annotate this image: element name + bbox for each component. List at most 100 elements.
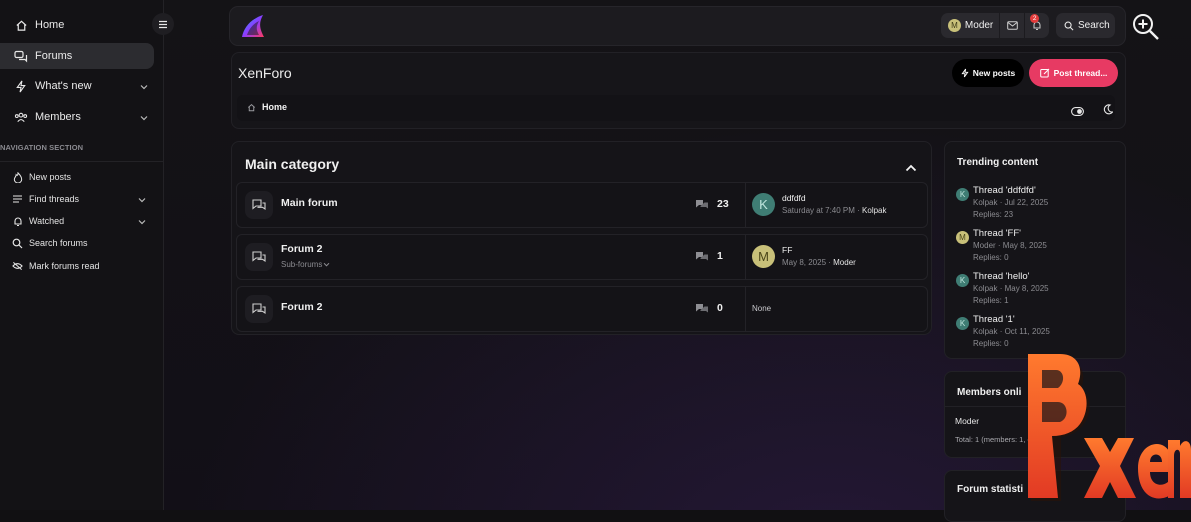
trending-content-block: Trending content K Thread 'ddfdfd' Kolpa… <box>944 141 1126 359</box>
thread-count: 0 <box>717 302 723 314</box>
forum-icon <box>245 295 273 323</box>
avatar[interactable]: K <box>956 274 969 287</box>
inbox-button[interactable] <box>1000 21 1024 30</box>
sidebar-item-label: Find threads <box>29 194 80 204</box>
sidebar-item-label: Mark forums read <box>29 261 100 271</box>
trending-user[interactable]: Kolpak <box>973 327 997 336</box>
trending-thread-title[interactable]: Thread '1' <box>973 314 1015 325</box>
forum-title[interactable]: Forum 2 <box>281 243 322 255</box>
trending-meta: Kolpak · Jul 22, 2025 <box>973 198 1049 207</box>
forum-row[interactable]: Forum 2 0 None <box>236 286 928 332</box>
trending-thread-title[interactable]: Thread 'hello' <box>973 271 1029 282</box>
trending-item[interactable]: K Thread 'hello' Kolpak · May 8, 2025 Re… <box>955 271 1120 311</box>
trending-date: Oct 11, 2025 <box>1004 327 1050 336</box>
sidebar-item-mark-forums-read[interactable]: Mark forums read <box>0 257 154 275</box>
chevron-up-icon[interactable] <box>905 159 917 177</box>
home-icon <box>14 18 28 32</box>
sidebar-item-search-forums[interactable]: Search forums <box>0 234 154 252</box>
home-icon <box>247 103 256 111</box>
new-posts-button[interactable]: New posts <box>952 59 1024 87</box>
sidebar-item-members[interactable]: Members <box>0 104 154 130</box>
last-post-user[interactable]: Moder <box>833 258 856 267</box>
last-post-meta: May 8, 2025 · Moder <box>782 258 856 267</box>
post-thread-button[interactable]: Post thread... <box>1029 59 1118 87</box>
sidebar-item-label: Watched <box>29 216 65 226</box>
trending-user[interactable]: Kolpak <box>973 284 997 293</box>
moon-icon[interactable] <box>1103 102 1114 120</box>
edit-icon <box>1039 68 1049 78</box>
site-logo[interactable] <box>239 13 267 39</box>
online-member[interactable]: Moder <box>955 416 979 426</box>
category-title[interactable]: Main category <box>245 156 339 172</box>
avatar[interactable]: K <box>956 188 969 201</box>
trending-item[interactable]: M Thread 'FF' Moder · May 8, 2025 Replie… <box>955 228 1120 268</box>
chevron-down-icon[interactable] <box>138 217 146 227</box>
avatar[interactable]: K <box>956 317 969 330</box>
user-name: Moder <box>964 20 994 31</box>
trending-date: Jul 22, 2025 <box>1004 198 1049 207</box>
trending-replies: Replies: 23 <box>973 210 1014 219</box>
forum-row[interactable]: Main forum 23 K ddfdfd Saturday at 7:40 … <box>236 182 928 228</box>
search-icon <box>12 238 23 249</box>
last-post-title[interactable]: FF <box>782 245 792 255</box>
trending-title: Trending content <box>957 157 1039 168</box>
members-icon <box>14 110 28 124</box>
new-posts-label: New posts <box>972 68 1016 78</box>
forum-title[interactable]: Forum 2 <box>281 301 322 313</box>
avatar[interactable]: M <box>956 231 969 244</box>
chevron-down-icon[interactable] <box>140 112 148 124</box>
forum-title[interactable]: Main forum <box>281 197 338 209</box>
forum-row[interactable]: Forum 2 Sub-forums 1 M FF May 8, 2025 · … <box>236 234 928 280</box>
style-toggle-icon[interactable] <box>1071 103 1084 121</box>
category-block: Main category Main forum 23 K ddfdfd Sat… <box>231 141 932 335</box>
sidebar-item-whats-new[interactable]: What's new <box>0 73 154 99</box>
chevron-down-icon[interactable] <box>140 81 148 93</box>
members-online-title[interactable]: Members onli <box>957 387 1021 398</box>
trending-item[interactable]: K Thread 'ddfdfd' Kolpak · Jul 22, 2025 … <box>955 185 1120 225</box>
breadcrumb-label: Home <box>262 102 288 112</box>
sidebar-item-find-threads[interactable]: Find threads <box>0 190 154 208</box>
trending-replies: Replies: 0 <box>973 339 1009 348</box>
trending-user[interactable]: Moder <box>973 241 996 250</box>
search-icon <box>1064 21 1074 30</box>
page-header: XenForo New posts Post thread... Home <box>231 52 1126 129</box>
bolt-icon <box>961 68 969 78</box>
chat-bubbles-icon <box>696 199 708 208</box>
zoom-in-icon[interactable] <box>1131 12 1161 42</box>
user-menu[interactable]: M Moder 2 <box>941 13 1049 38</box>
sidebar-item-label: What's new <box>35 80 92 92</box>
trending-meta: Moder · May 8, 2025 <box>973 241 1047 250</box>
sidebar-item-watched[interactable]: Watched <box>0 212 154 230</box>
last-post-none: None <box>752 304 772 313</box>
divider <box>745 287 746 331</box>
sidebar-item-new-posts[interactable]: New posts <box>0 168 154 186</box>
sidebar-item-label: Forums <box>35 50 73 62</box>
sidebar-item-home[interactable]: Home <box>0 12 154 38</box>
last-post-user[interactable]: Kolpak <box>862 206 886 215</box>
sub-forums-menu[interactable]: Sub-forums <box>281 260 330 269</box>
trending-thread-title[interactable]: Thread 'FF' <box>973 228 1021 239</box>
search-button[interactable]: Search <box>1056 13 1115 38</box>
sidebar-item-forums[interactable]: Forums <box>0 43 154 69</box>
chat-bubbles-icon <box>696 303 708 312</box>
forum-statistics-title: Forum statisti <box>957 484 1024 495</box>
avatar[interactable]: K <box>752 193 775 216</box>
sidebar-item-label: Members <box>35 111 81 123</box>
avatar[interactable]: M <box>752 245 775 268</box>
alerts-button[interactable]: 2 <box>1025 14 1049 31</box>
thread-count: 1 <box>717 250 723 262</box>
trending-replies: Replies: 1 <box>973 296 1009 305</box>
trending-user[interactable]: Kolpak <box>973 198 997 207</box>
forum-thread-count: 23 <box>695 198 739 210</box>
forums-icon <box>14 49 28 63</box>
breadcrumb-home[interactable]: Home <box>247 102 287 112</box>
menu-toggle-button[interactable] <box>152 13 174 35</box>
last-post-date: Saturday at 7:40 PM <box>782 206 855 215</box>
trending-thread-title[interactable]: Thread 'ddfdfd' <box>973 185 1036 196</box>
bell-icon <box>12 216 23 227</box>
chevron-down-icon[interactable] <box>138 195 146 205</box>
trending-date: May 8, 2025 <box>1004 284 1049 293</box>
trending-date: May 8, 2025 <box>1002 241 1047 250</box>
last-post-title[interactable]: ddfdfd <box>782 193 806 203</box>
watermark-logo <box>1022 348 1191 506</box>
